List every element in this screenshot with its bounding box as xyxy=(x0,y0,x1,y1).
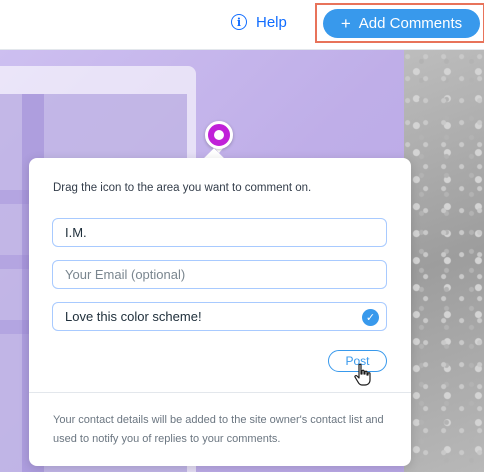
checkmark-icon: ✓ xyxy=(362,309,379,326)
name-field[interactable]: I.M. xyxy=(52,218,387,247)
drag-instruction: Drag the icon to the area you want to co… xyxy=(53,182,312,194)
divider xyxy=(29,392,411,393)
contact-details-note: Your contact details will be added to th… xyxy=(53,414,384,445)
add-comments-button[interactable]: + Add Comments xyxy=(323,9,480,38)
help-link[interactable]: i Help xyxy=(231,10,287,34)
hand-cursor-icon xyxy=(354,363,371,386)
comment-pin-icon[interactable] xyxy=(205,121,233,149)
comment-value: Love this color scheme! xyxy=(65,309,202,324)
top-toolbar: i Help + Add Comments xyxy=(0,0,484,50)
add-comments-label: Add Comments xyxy=(358,15,463,32)
plus-icon: + xyxy=(340,13,351,33)
help-label: Help xyxy=(256,13,287,31)
name-value: I.M. xyxy=(65,225,87,240)
info-circle-icon: i xyxy=(231,14,247,30)
email-placeholder: Your Email (optional) xyxy=(65,267,186,282)
comment-field[interactable]: Love this color scheme! ✓ xyxy=(52,302,387,331)
email-field[interactable]: Your Email (optional) xyxy=(52,260,387,289)
concrete-background-image xyxy=(404,50,484,472)
comment-popup: Drag the icon to the area you want to co… xyxy=(29,158,411,466)
